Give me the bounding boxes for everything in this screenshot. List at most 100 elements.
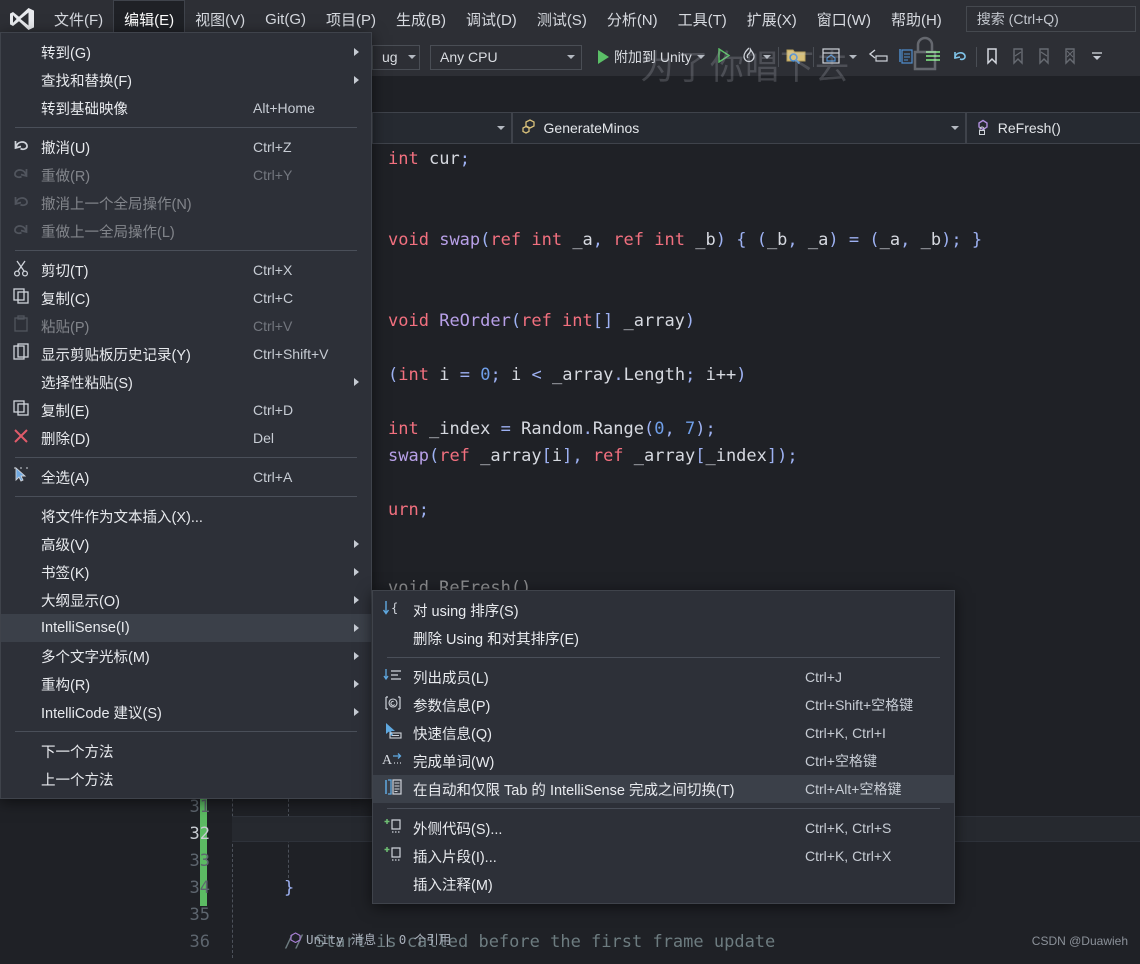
menu-bar-item-label: 测试(S) [536, 11, 587, 29]
clipboard-history-icon [12, 343, 30, 365]
menu-item-shortcut: Ctrl+C [253, 290, 294, 306]
intellisense-submenu[interactable]: { } 对 using 排序(S) 删除 Using 和对其排序(E) 列出成员(L)… [372, 590, 955, 904]
member-combo[interactable]: ReFresh() [965, 112, 1140, 144]
menu-item-显示剪贴板历史记录Y[interactable]: 显示剪贴板历史记录(Y) Ctrl+Shift+V [1, 340, 371, 368]
attach-to-unity-label: 附加到 Unity [614, 49, 692, 65]
menu-item-重做R[interactable]: 重做(R) Ctrl+Y [1, 161, 371, 189]
comment-lines-icon[interactable] [923, 48, 943, 67]
menu-bar-item-9[interactable]: 工具(T) [668, 0, 737, 38]
menu-item-重做上一全局操作L[interactable]: 重做上一全局操作(L) [1, 217, 371, 245]
menu-item-书签K[interactable]: 书签(K) [1, 558, 371, 586]
toolbar-overflow-icon[interactable] [1090, 49, 1104, 66]
menu-item-shortcut: Ctrl+Y [253, 167, 293, 183]
menu-item-shortcut: Ctrl+Shift+空格键 [805, 697, 914, 713]
submenu-arrow-icon [354, 378, 359, 386]
menu-item-高级V[interactable]: 高级(V) [1, 530, 371, 558]
insert-snippet-icon [373, 842, 413, 870]
menu-bar-item-5[interactable]: 生成(B) [386, 0, 456, 38]
duplicate-icon [12, 399, 30, 421]
menu-bar-item-label: 视图(V) [195, 11, 246, 29]
menu-item-label: 撤消(U) [41, 140, 91, 157]
menu-bar-item-7[interactable]: 测试(S) [527, 0, 597, 38]
code-line: swap(ref _array[i], ref _array[_index]); [388, 446, 798, 466]
hot-reload-icon[interactable] [741, 47, 757, 67]
list-members-icon [373, 663, 413, 691]
platform-combo[interactable]: Any CPU [430, 44, 582, 70]
menu-item-shortcut: Ctrl+K, Ctrl+X [805, 848, 892, 864]
edit-menu-dropdown[interactable]: 转到(G) 查找和替换(F) 转到基础映像 Alt+Home 撤消(U) Ctrl+Z 重做… [0, 32, 372, 799]
menu-item-重构R[interactable]: 重构(R) [1, 670, 371, 698]
menu-item-粘贴P[interactable]: 粘贴(P) Ctrl+V [1, 312, 371, 340]
chevron-down-icon[interactable] [762, 55, 771, 59]
undo-toolbar-icon[interactable] [951, 48, 969, 67]
menu-item-复制C[interactable]: 复制(C) Ctrl+C [1, 284, 371, 312]
platform-value: Any CPU [440, 49, 498, 65]
menu-item-删除Using和对其排序E[interactable]: 删除 Using 和对其排序(E) [373, 624, 954, 652]
clear-bookmarks-icon[interactable] [1062, 47, 1078, 68]
next-bookmark-icon[interactable] [1036, 47, 1052, 68]
menu-bar-item-6[interactable]: 调试(D) [456, 0, 527, 38]
menu-item-shortcut: Ctrl+V [253, 318, 293, 334]
menu-item-剪切T[interactable]: 剪切(T) Ctrl+X [1, 256, 371, 284]
start-without-debugging-icon[interactable] [717, 47, 731, 66]
paste-toolbar-icon[interactable] [897, 47, 915, 68]
menu-item-选择性粘贴S[interactable]: 选择性粘贴(S) [1, 368, 371, 396]
menu-item-在自动和仅限Tab的Inte[interactable]: 在自动和仅限 Tab 的 IntelliSense 完成之间切换(T) Ctrl+… [373, 775, 954, 803]
menu-bar-item-8[interactable]: 分析(N) [597, 0, 668, 38]
menu-item-IntelliCode建议S[interactable]: IntelliCode 建议(S) [1, 698, 371, 726]
search-box[interactable]: 搜索 (Ctrl+Q) [965, 6, 1136, 32]
previous-bookmark-icon[interactable] [1010, 47, 1026, 68]
menu-item-删除D[interactable]: 删除(D) Del [1, 424, 371, 452]
menu-item-label: 选择性粘贴(S) [41, 375, 133, 392]
menu-bar-item-10[interactable]: 扩展(X) [737, 0, 807, 38]
menu-bar-item-12[interactable]: 帮助(H) [881, 0, 952, 38]
menu-item-label: 对 using 排序(S) [413, 603, 519, 620]
menu-item-label: 转到(G) [41, 45, 91, 62]
configuration-combo[interactable]: ug [372, 44, 420, 70]
navigate-backward-icon[interactable] [867, 48, 889, 67]
menu-icon-slot [1, 586, 41, 614]
submenu-arrow-icon [354, 568, 359, 576]
menu-item-shortcut: Ctrl+A [253, 469, 293, 485]
bookmark-icon[interactable] [984, 47, 1000, 68]
menu-item-大纲显示O[interactable]: 大纲显示(O) [1, 586, 371, 614]
open-folder-icon[interactable] [786, 47, 806, 67]
home-window-icon[interactable] [821, 47, 841, 68]
chevron-down-icon[interactable] [848, 55, 857, 59]
menu-item-全选A[interactable]: 全选(A) Ctrl+A [1, 463, 371, 491]
menu-item-label: 复制(C) [41, 291, 91, 308]
menu-item-外侧代码S[interactable]: 外侧代码(S)... Ctrl+K, Ctrl+S [373, 814, 954, 842]
menu-bar-item-label: 分析(N) [606, 11, 658, 29]
menu-separator [15, 496, 357, 497]
menu-item-shortcut: Ctrl+Shift+V [253, 346, 329, 362]
surround-with-icon [383, 817, 403, 839]
menu-item-下一个方法[interactable]: 下一个方法 [1, 737, 371, 765]
menu-item-查找和替换F[interactable]: 查找和替换(F) [1, 66, 371, 94]
menu-item-shortcut: Alt+Home [253, 100, 315, 116]
menu-item-撤消上一个全局操作N[interactable]: 撤消上一个全局操作(N) [1, 189, 371, 217]
redo-icon [11, 164, 31, 186]
menu-item-插入片段I[interactable]: 插入片段(I)... Ctrl+K, Ctrl+X [373, 842, 954, 870]
menu-item-撤消U[interactable]: 撤消(U) Ctrl+Z [1, 133, 371, 161]
menu-item-列出成员L[interactable]: 列出成员(L) Ctrl+J [373, 663, 954, 691]
menu-item-快速信息Q[interactable]: 快速信息(Q) Ctrl+K, Ctrl+I [373, 719, 954, 747]
menu-item-完成单词W[interactable]: A 完成单词(W) Ctrl+空格键 [373, 747, 954, 775]
menu-item-上一个方法[interactable]: 上一个方法 [1, 765, 371, 793]
menu-item-转到G[interactable]: 转到(G) [1, 38, 371, 66]
menu-item-多个文字光标M[interactable]: 多个文字光标(M) [1, 642, 371, 670]
menu-bar-item-11[interactable]: 窗口(W) [807, 0, 881, 38]
menu-item-转到基础映像[interactable]: 转到基础映像 Alt+Home [1, 94, 371, 122]
unity-codelens[interactable]: Unity 消息 | 0 个引用 [290, 929, 451, 948]
menu-item-将文件作为文本插入X[interactable]: 将文件作为文本插入(X)... [1, 502, 371, 530]
copy-icon [12, 287, 30, 309]
menu-item-参数信息P[interactable]: 参数信息(P) Ctrl+Shift+空格键 [373, 691, 954, 719]
attach-to-unity-button[interactable]: 附加到 Unity [594, 44, 709, 70]
project-combo[interactable] [372, 112, 512, 144]
duplicate-icon [1, 396, 41, 424]
menu-icon-slot [1, 530, 41, 558]
menu-item-复制E[interactable]: 复制(E) Ctrl+D [1, 396, 371, 424]
type-combo[interactable]: GenerateMinos [511, 112, 966, 144]
menu-item-对using排序S[interactable]: { } 对 using 排序(S) [373, 596, 954, 624]
menu-item-IntelliSenseI[interactable]: IntelliSense(I) [1, 614, 371, 642]
menu-item-插入注释M[interactable]: 插入注释(M) [373, 870, 954, 898]
